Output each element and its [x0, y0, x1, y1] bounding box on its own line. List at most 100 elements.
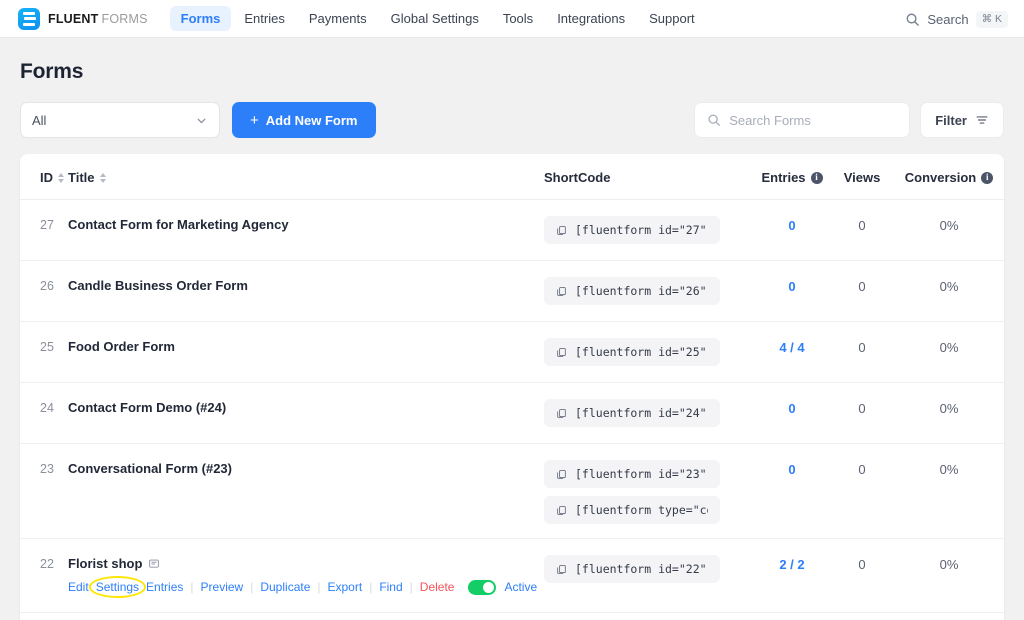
cell-entries: 4 / 4: [754, 322, 830, 383]
cell-views: 0: [830, 444, 894, 539]
entries-link[interactable]: 2 / 2: [779, 557, 804, 572]
table-row[interactable]: 22 Florist shop Edit: [20, 539, 1004, 613]
table-row[interactable]: 26 Candle Business Order Form: [20, 261, 1004, 322]
action-settings[interactable]: Settings: [96, 579, 139, 595]
shortcode-pill[interactable]: [fluentform id="26"]: [544, 277, 720, 305]
filter-icon: [975, 113, 989, 127]
table-row[interactable]: 21 Blank Form (#21) [fl: [20, 613, 1004, 620]
entries-link[interactable]: 0: [788, 279, 795, 294]
status-toggle[interactable]: [468, 580, 496, 595]
column-header-id-label: ID: [40, 170, 53, 185]
sort-arrows-icon[interactable]: [100, 173, 106, 183]
search-forms-field[interactable]: [694, 102, 910, 138]
form-title[interactable]: Contact Form for Marketing Agency: [68, 217, 289, 232]
shortcode-text: [fluentform type="conve…: [575, 503, 708, 517]
nav-item-support[interactable]: Support: [638, 6, 706, 31]
cell-id: 27: [20, 200, 68, 261]
form-filter-select[interactable]: All: [20, 102, 220, 138]
form-filter-select-value: All: [32, 113, 195, 128]
action-separator: |: [250, 580, 253, 594]
cell-conversion: 0%: [894, 261, 1004, 322]
action-find[interactable]: Find: [379, 579, 402, 595]
table-row[interactable]: 23 Conversational Form (#23): [20, 444, 1004, 539]
form-title[interactable]: Florist shop: [68, 556, 160, 571]
cell-views: 0: [830, 261, 894, 322]
cell-shortcode: [fluentform id="23"] [fluentform type="c…: [544, 444, 754, 539]
column-header-entries: Entries i: [754, 154, 830, 200]
info-icon[interactable]: i: [811, 172, 823, 184]
column-header-id[interactable]: ID: [20, 154, 68, 200]
filter-button[interactable]: Filter: [920, 102, 1004, 138]
form-title[interactable]: Candle Business Order Form: [68, 278, 248, 293]
action-export[interactable]: Export: [328, 579, 363, 595]
action-entries[interactable]: Entries: [146, 579, 183, 595]
cell-conversion: 0%: [894, 383, 1004, 444]
cell-entries: 0: [754, 261, 830, 322]
action-preview[interactable]: Preview: [201, 579, 244, 595]
form-title[interactable]: Contact Form Demo (#24): [68, 400, 226, 415]
global-search-button[interactable]: Search ⌘ K: [905, 0, 1008, 38]
search-forms-input[interactable]: [729, 113, 897, 128]
forms-table-head: ID Title ShortCode Entries i: [20, 154, 1004, 200]
entries-link[interactable]: 4 / 4: [779, 340, 804, 355]
cell-shortcode: [fluentform id="21"]: [544, 613, 754, 620]
nav-item-integrations[interactable]: Integrations: [546, 6, 636, 31]
add-new-form-label: Add New Form: [266, 113, 358, 128]
nav-item-tools[interactable]: Tools: [492, 6, 544, 31]
info-icon[interactable]: i: [981, 172, 993, 184]
cell-entries: 0: [754, 200, 830, 261]
shortcode-pill[interactable]: [fluentform id="24"]: [544, 399, 720, 427]
add-new-form-button[interactable]: + Add New Form: [232, 102, 376, 138]
shortcode-pill[interactable]: [fluentform id="25"]: [544, 338, 720, 366]
cell-shortcode: [fluentform id="26"]: [544, 261, 754, 322]
nav-item-payments[interactable]: Payments: [298, 6, 378, 31]
shortcode-pill[interactable]: [fluentform type="conve…: [544, 496, 720, 524]
shortcode-pill[interactable]: [fluentform id="27"]: [544, 216, 720, 244]
entries-link[interactable]: 0: [788, 401, 795, 416]
column-header-title-label: Title: [68, 170, 95, 185]
form-title[interactable]: Conversational Form (#23): [68, 461, 232, 476]
shortcode-pill[interactable]: [fluentform id="23"]: [544, 460, 720, 488]
column-header-conversion-label: Conversion: [905, 170, 977, 185]
shortcode-text: [fluentform id="22"]: [575, 562, 708, 576]
cell-conversion: 0%: [894, 539, 1004, 613]
forms-table: ID Title ShortCode Entries i: [20, 154, 1004, 620]
form-title[interactable]: Food Order Form: [68, 339, 175, 354]
entries-link[interactable]: 0: [788, 462, 795, 477]
cell-id: 24: [20, 383, 68, 444]
nav-item-global-settings[interactable]: Global Settings: [380, 6, 490, 31]
cell-entries: 2 / 2: [754, 613, 830, 620]
cell-title: Candle Business Order Form: [68, 261, 544, 322]
forms-table-card: ID Title ShortCode Entries i: [20, 154, 1004, 620]
column-header-title[interactable]: Title: [68, 154, 544, 200]
copy-icon: [556, 469, 567, 480]
brand-logo[interactable]: FLUENTFORMS: [18, 8, 148, 30]
sort-arrows-icon[interactable]: [58, 173, 64, 183]
search-shortcut-badge: ⌘ K: [976, 11, 1008, 28]
table-row[interactable]: 27 Contact Form for Marketing Agency: [20, 200, 1004, 261]
cell-views: 0: [830, 383, 894, 444]
action-edit[interactable]: Edit: [68, 579, 89, 595]
brand-name-light: FORMS: [102, 12, 148, 26]
nav-item-entries[interactable]: Entries: [233, 6, 295, 31]
action-delete[interactable]: Delete: [420, 579, 455, 595]
column-header-shortcode-label: ShortCode: [544, 170, 610, 185]
form-title-text: Florist shop: [68, 556, 142, 571]
form-status-toggle-group: Active: [468, 580, 537, 595]
cell-conversion: 0%: [894, 613, 1004, 620]
copy-icon: [556, 286, 567, 297]
column-header-conversion: Conversion i: [894, 154, 1004, 200]
action-duplicate[interactable]: Duplicate: [260, 579, 310, 595]
copy-icon: [556, 505, 567, 516]
column-header-views: Views: [830, 154, 894, 200]
shortcode-pill[interactable]: [fluentform id="22"]: [544, 555, 720, 583]
row-actions: Edit Settings Entries | Preview | Duplic…: [68, 578, 544, 596]
table-row[interactable]: 24 Contact Form Demo (#24): [20, 383, 1004, 444]
table-row[interactable]: 25 Food Order Form [flu: [20, 322, 1004, 383]
main-nav: Forms Entries Payments Global Settings T…: [170, 6, 706, 31]
column-header-shortcode: ShortCode: [544, 154, 754, 200]
entries-link[interactable]: 0: [788, 218, 795, 233]
cell-conversion: 0%: [894, 444, 1004, 539]
nav-item-forms[interactable]: Forms: [170, 6, 232, 31]
table-header-row: ID Title ShortCode Entries i: [20, 154, 1004, 200]
